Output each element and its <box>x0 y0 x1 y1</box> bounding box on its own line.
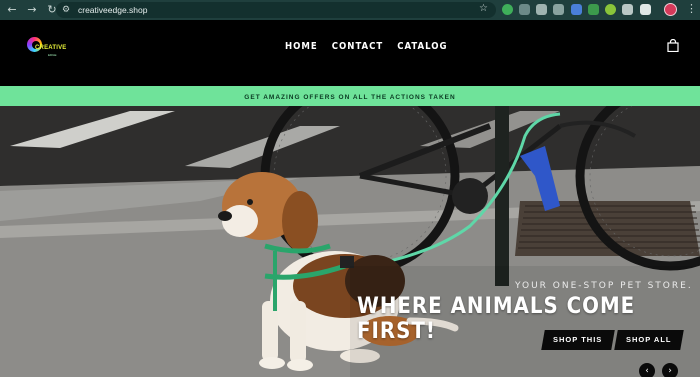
shop-this-label: SHOP THIS <box>553 335 603 344</box>
extension-icon[interactable] <box>622 4 633 15</box>
site-info-icon[interactable]: ⚙ <box>62 5 76 15</box>
site-header: CREATIVE EDGE HOME CONTACT CATALOG <box>0 20 700 86</box>
forward-icon[interactable]: → <box>24 2 40 18</box>
main-nav: HOME CONTACT CATALOG <box>285 41 448 52</box>
bookmark-star-icon[interactable]: ☆ <box>479 3 488 14</box>
shop-all-label: SHOP ALL <box>626 335 672 344</box>
promo-banner: GET AMAZING OFFERS ON ALL THE ACTIONS TA… <box>0 86 700 106</box>
back-icon[interactable]: ← <box>4 2 20 18</box>
logo-subtext: EDGE <box>48 53 57 57</box>
shopping-bag-icon[interactable] <box>667 39 679 52</box>
hero-subtitle: YOUR ONE-STOP PET STORE. <box>515 281 693 291</box>
nav-catalog[interactable]: CATALOG <box>397 41 447 52</box>
nav-contact[interactable]: CONTACT <box>332 41 384 52</box>
logo-text: CREATIVE <box>35 45 67 51</box>
carousel-next-icon[interactable]: › <box>662 363 678 377</box>
shop-all-button[interactable]: SHOP ALL <box>614 330 684 350</box>
site-logo[interactable]: CREATIVE EDGE <box>27 36 66 60</box>
address-bar[interactable]: ⚙ creativeedge.shop ☆ <box>56 2 496 18</box>
extension-icon[interactable] <box>588 4 599 15</box>
hero-banner: YOUR ONE-STOP PET STORE. WHERE ANIMALS C… <box>0 106 700 377</box>
extension-icon[interactable] <box>519 4 530 15</box>
extension-icon[interactable] <box>553 4 564 15</box>
promo-text: GET AMAZING OFFERS ON ALL THE ACTIONS TA… <box>244 94 456 101</box>
nav-home[interactable]: HOME <box>285 41 318 52</box>
shop-this-button[interactable]: SHOP THIS <box>541 330 615 350</box>
url-text[interactable]: creativeedge.shop <box>78 5 147 15</box>
extension-icon[interactable] <box>536 4 547 15</box>
profile-avatar[interactable] <box>664 3 677 16</box>
browser-menu-icon[interactable]: ⋮ <box>686 2 697 15</box>
carousel-prev-icon[interactable]: ‹ <box>639 363 655 377</box>
extension-icon[interactable] <box>571 4 582 15</box>
extension-icon[interactable] <box>502 4 513 15</box>
extension-icon[interactable] <box>605 4 616 15</box>
extension-icon[interactable] <box>640 4 651 15</box>
browser-toolbar: ← → ↻ ⚙ creativeedge.shop ☆ ⋮ <box>0 0 700 20</box>
